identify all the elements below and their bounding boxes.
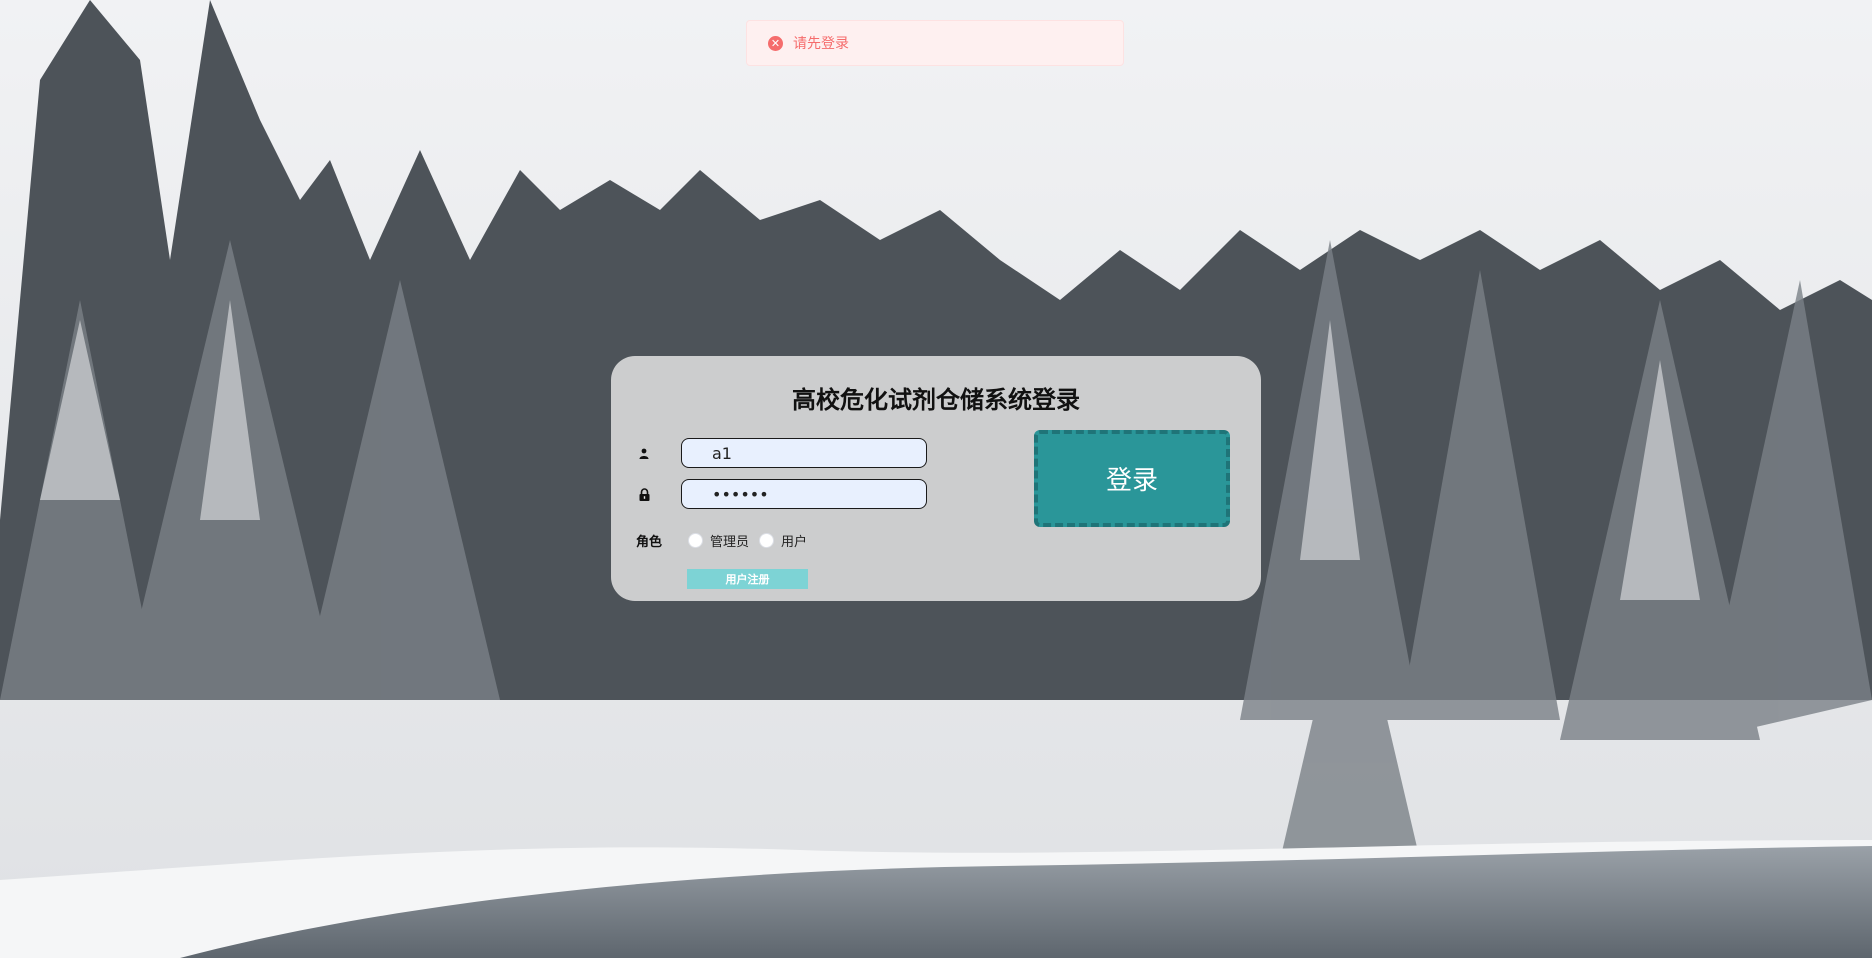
role-radio-user[interactable]: 用户 <box>759 531 807 550</box>
role-selector: 角色 管理员 用户 <box>636 531 817 550</box>
radio-circle-icon[interactable] <box>688 533 703 548</box>
role-label: 角色 <box>636 535 663 550</box>
error-toast: ✕ 请先登录 <box>746 20 1124 66</box>
register-button[interactable]: 用户注册 <box>687 569 808 589</box>
username-input[interactable] <box>681 438 927 468</box>
radio-circle-icon[interactable] <box>759 533 775 548</box>
error-circle-icon: ✕ <box>768 35 783 51</box>
password-row <box>637 479 927 509</box>
toast-message: 请先登录 <box>793 36 849 52</box>
login-page: ✕ 请先登录 高校危化试剂仓储系统登录 角色 管理员 用户 <box>0 0 1872 958</box>
username-row <box>637 438 927 468</box>
role-option-label: 用户 <box>781 535 808 550</box>
login-button[interactable]: 登录 <box>1034 430 1230 527</box>
user-icon <box>637 446 651 460</box>
login-card: 高校危化试剂仓储系统登录 角色 管理员 用户 用户注册 登录 <box>611 356 1261 601</box>
role-radio-admin[interactable]: 管理员 <box>688 531 749 550</box>
lock-icon <box>637 487 651 501</box>
role-option-label: 管理员 <box>710 535 750 550</box>
login-title: 高校危化试剂仓储系统登录 <box>792 386 1080 414</box>
password-input[interactable] <box>681 479 927 509</box>
